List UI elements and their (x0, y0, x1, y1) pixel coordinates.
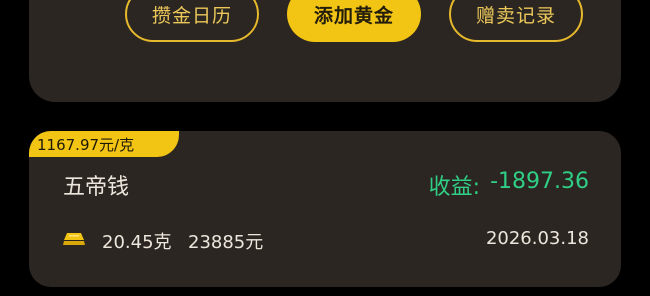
gold-weight: 20.45克 (102, 232, 172, 253)
calendar-button[interactable]: 攒金日历 (125, 0, 259, 42)
gold-holding-card[interactable]: 1167.97元/克 五帝钱 收益: -1897.36 20.45克 23885… (29, 131, 621, 287)
record-button[interactable]: 赠卖记录 (449, 0, 583, 42)
profit-label: 收益: (428, 175, 481, 200)
gold-name: 五帝钱 (63, 175, 130, 200)
purchase-date: 2026.03.18 (485, 228, 589, 249)
price-tag: 1167.97元/克 (29, 131, 179, 157)
action-panel: 攒金日历 添加黄金 赠卖记录 (29, 0, 621, 102)
gold-bar-icon (63, 233, 85, 245)
add-gold-button[interactable]: 添加黄金 (287, 0, 421, 42)
gold-amount: 23885元 (188, 232, 264, 253)
profit: 收益: -1897.36 (429, 169, 589, 201)
profit-value: -1897.36 (490, 169, 589, 194)
